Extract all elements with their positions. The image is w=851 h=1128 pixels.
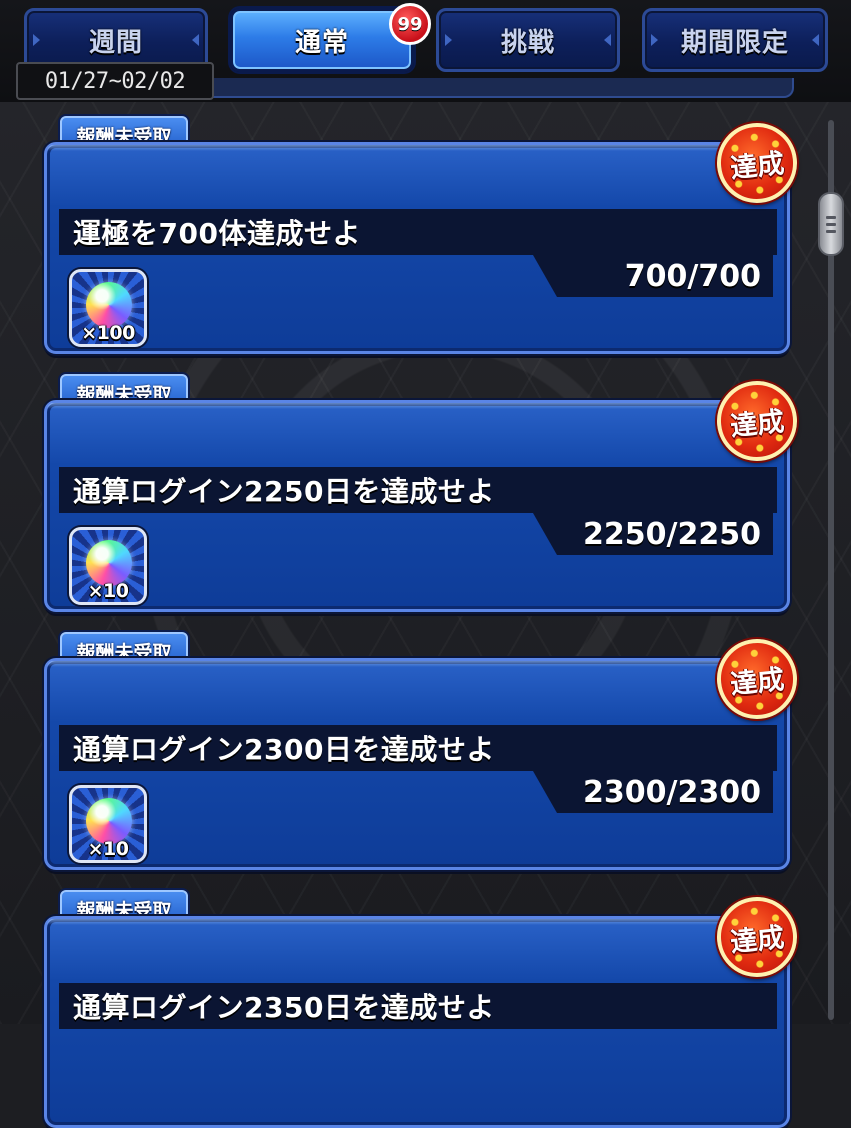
notification-badge: 99 [389,3,431,45]
achieved-label: 達成 [728,147,786,185]
mission-progress: 2250/2250 [583,516,761,552]
tab-label: 挑戦 [500,27,555,58]
tab-normal[interactable]: 通常 [230,8,414,72]
card-shine [47,145,787,151]
tab-underline-strip [140,78,794,98]
arrow-right-icon [192,34,199,46]
achieved-label: 達成 [728,663,786,701]
reward-quantity: ×10 [87,838,129,860]
mission-title-bar: 運極を700体達成せよ [59,209,777,255]
arrow-right-icon [812,34,819,46]
arrow-right-icon [604,34,611,46]
mission-title-bar: 通算ログイン2350日を達成せよ [59,983,777,1029]
mission-title: 通算ログイン2250日を達成せよ [73,475,495,508]
tab-bar: 週間 通常 挑戦 期間限定 99 01/27~02/02 [0,0,851,102]
mission-title: 通算ログイン2300日を達成せよ [73,733,495,766]
achieved-label: 達成 [728,921,786,959]
tab-challenge[interactable]: 挑戦 [436,8,620,72]
arrow-left-icon [445,34,452,46]
tab-limited-time[interactable]: 期間限定 [642,8,828,72]
tab-label: 通常 [294,27,349,58]
card-shine [47,403,787,409]
mission-progress-bar: 700/700 [533,255,773,297]
mission-card[interactable]: 通算ログイン2350日を達成せよ 達成 [44,893,801,1128]
reward-item[interactable]: ×10 [69,527,147,605]
reward-item[interactable]: ×100 [69,269,147,347]
mission-progress: 2300/2300 [583,774,761,810]
arrow-left-icon [33,34,40,46]
tab-label: 週間 [88,27,143,58]
arrow-left-icon [651,34,658,46]
mission-title-bar: 通算ログイン2300日を達成せよ [59,725,777,771]
mission-title: 運極を700体達成せよ [73,217,361,250]
achieved-label: 達成 [728,405,786,443]
mission-progress-bar: 2300/2300 [533,771,773,813]
tab-label: 期間限定 [680,27,789,58]
reward-item[interactable]: ×10 [69,785,147,863]
mission-title-bar: 通算ログイン2250日を達成せよ [59,467,777,513]
reward-quantity: ×100 [81,322,135,344]
scrollbar-thumb[interactable] [818,192,844,256]
card-shine [47,919,787,925]
mission-title: 通算ログイン2350日を達成せよ [73,991,495,1024]
mission-card[interactable]: 通算ログイン2250日を達成せよ 2250/2250 ×10 達成 [44,377,801,612]
reward-quantity: ×10 [87,580,129,602]
mission-card[interactable]: 運極を700体達成せよ 700/700 ×100 達成 [44,119,801,354]
mission-progress: 700/700 [624,258,761,294]
card-shine [47,661,787,667]
mission-card[interactable]: 通算ログイン2300日を達成せよ 2300/2300 ×10 達成 [44,635,801,870]
mission-progress-bar: 2250/2250 [533,513,773,555]
date-range-label: 01/27~02/02 [16,62,214,100]
